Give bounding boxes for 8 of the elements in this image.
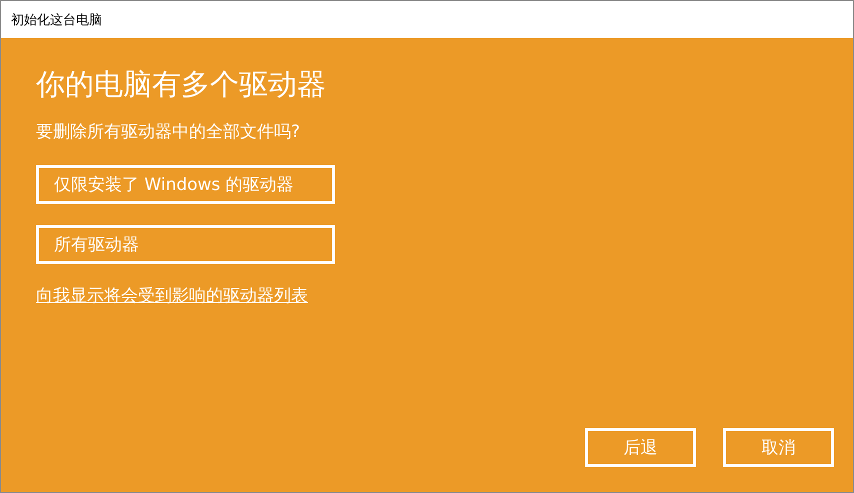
window-title: 初始化这台电脑: [11, 12, 102, 28]
heading: 你的电脑有多个驱动器: [36, 66, 326, 103]
question-text: 要删除所有驱动器中的全部文件吗?: [36, 121, 300, 143]
option-button[interactable]: 仅限安装了 Windows 的驱动器: [36, 165, 335, 204]
dialog-button[interactable]: 后退: [585, 428, 696, 467]
dialog-button[interactable]: 取消: [723, 428, 834, 467]
drive-list-link[interactable]: 向我显示将会受到影响的驱动器列表: [36, 284, 308, 307]
option-button[interactable]: 所有驱动器: [36, 225, 335, 264]
